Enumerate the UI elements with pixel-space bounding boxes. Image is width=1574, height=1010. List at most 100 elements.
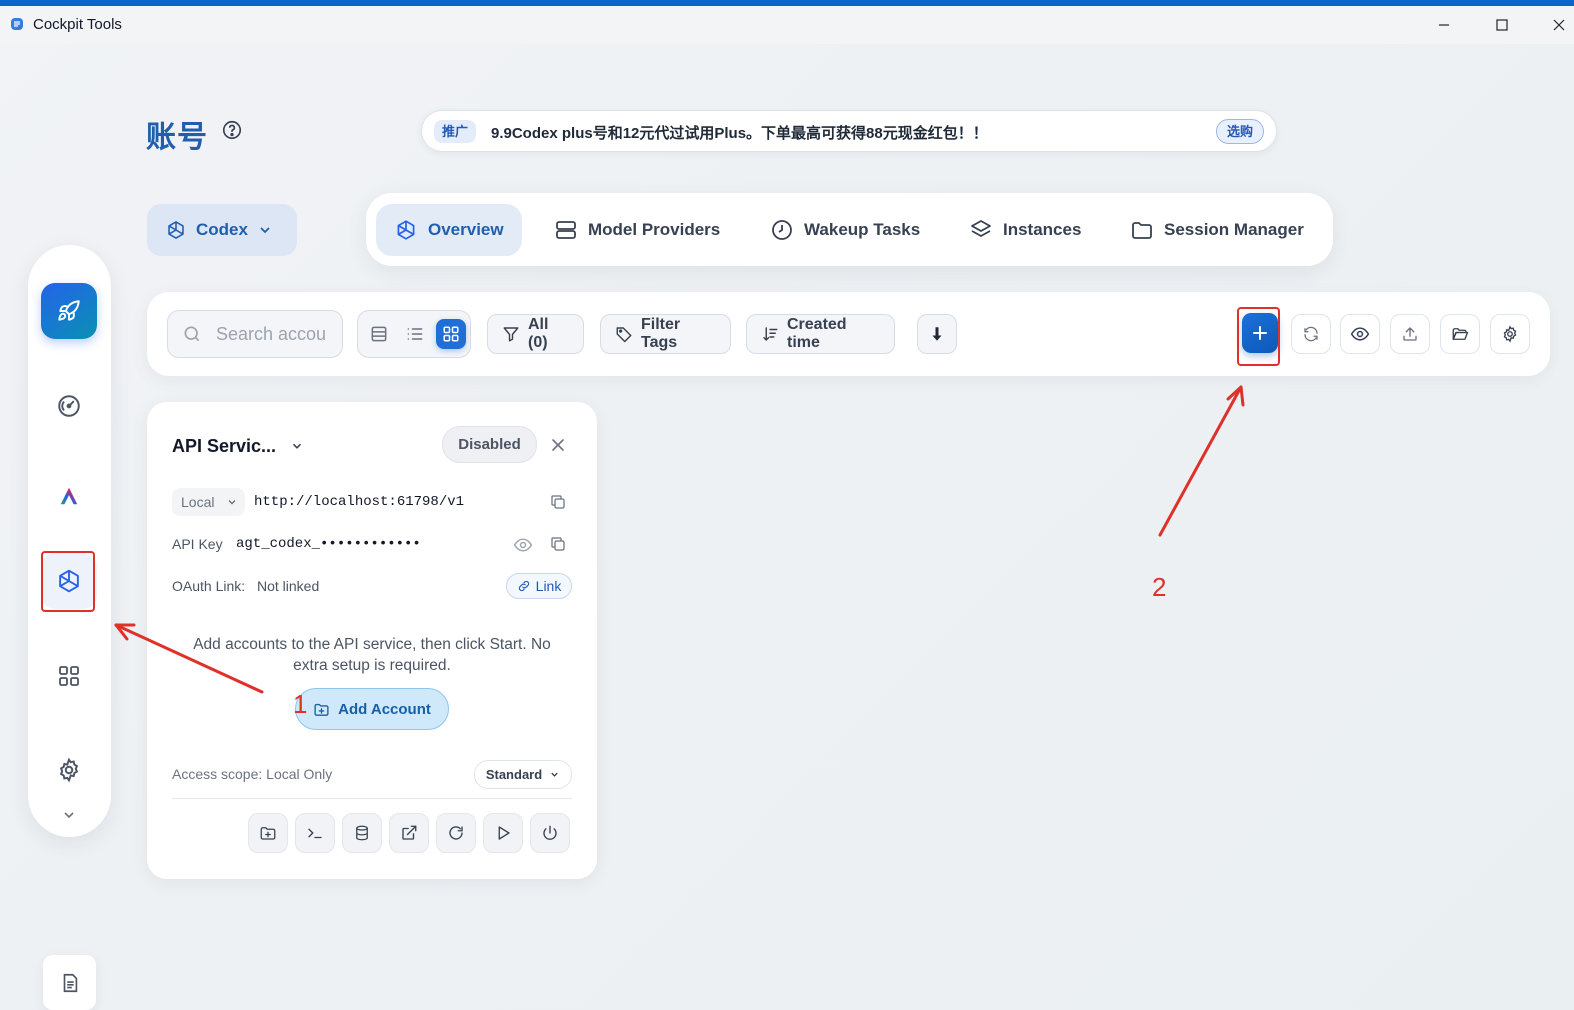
copy-icon[interactable] (549, 535, 567, 553)
search-box (167, 310, 343, 358)
rocket-icon (56, 298, 82, 324)
filter-tags-button[interactable]: Filter Tags (600, 314, 731, 354)
help-icon[interactable] (221, 119, 243, 141)
scope-select[interactable]: Standard (474, 760, 572, 789)
view-list-button[interactable] (400, 319, 430, 349)
sort-direction-button[interactable] (917, 314, 957, 354)
api-key-value: agt_codex_•••••••••••• (236, 536, 421, 552)
antigravity-logo-icon (58, 485, 80, 507)
refresh-button[interactable] (1291, 314, 1331, 354)
window-titlebar: Cockpit Tools (0, 6, 1574, 44)
view-grid-button[interactable] (436, 319, 466, 349)
tab-label: Wakeup Tasks (804, 220, 921, 239)
sidebar-item-antigravity[interactable] (41, 468, 97, 524)
search-input[interactable] (216, 323, 326, 345)
restart-button[interactable] (436, 813, 476, 853)
api-service-card: API Servic... Disabled Local http://loca… (147, 402, 597, 879)
sidebar-item-launch[interactable] (41, 283, 97, 339)
product-switcher-label: Codex (196, 220, 248, 239)
card-divider (172, 798, 572, 799)
endpoint-mode-select[interactable]: Local (172, 488, 245, 516)
scope-select-value: Standard (485, 767, 543, 782)
open-external-button[interactable] (389, 813, 429, 853)
power-button[interactable] (530, 813, 570, 853)
close-window-button[interactable] (1544, 10, 1574, 40)
sidebar-expand-button[interactable] (41, 801, 97, 829)
tab-instances[interactable]: Instances (951, 204, 1099, 256)
maximize-button[interactable] (1487, 10, 1517, 40)
promo-text: 9.9Codex plus号和12元代过试用Plus。下单最高可获得88元现金红… (491, 125, 988, 142)
promo-buy-button[interactable]: 选购 (1215, 119, 1264, 144)
terminal-icon (306, 824, 324, 842)
chevron-down-icon (226, 496, 238, 508)
openai-icon (394, 218, 418, 242)
sort-label: Created time (787, 316, 847, 351)
copy-icon[interactable] (549, 493, 567, 511)
refresh-icon (1302, 325, 1320, 343)
import-accounts-button[interactable] (248, 813, 288, 853)
tab-overview[interactable]: Overview (376, 204, 522, 256)
eye-icon[interactable] (513, 535, 533, 555)
tab-label: Instances (1003, 220, 1082, 239)
grid-icon (57, 664, 81, 688)
account-toolbar: All (0) Filter Tags Created time (147, 292, 1550, 376)
page-title: 账号 (146, 121, 208, 154)
rotate-icon (447, 824, 465, 842)
filter-all-button[interactable]: All (0) (487, 314, 584, 354)
view-compact-button[interactable] (364, 319, 394, 349)
gauge-icon (56, 393, 82, 419)
sidebar-item-dashboard[interactable] (41, 378, 97, 434)
sort-button[interactable]: Created time (746, 314, 895, 354)
card-title: API Servic... (172, 436, 277, 456)
status-badge[interactable]: Disabled (442, 426, 537, 463)
play-icon (494, 824, 512, 842)
external-link-icon (400, 824, 418, 842)
annotation-marker-2: 2 (1152, 572, 1167, 602)
tab-label: Model Providers (588, 220, 721, 239)
start-button[interactable] (483, 813, 523, 853)
annotation-arrow-2 (1158, 385, 1243, 537)
oauth-link-button[interactable]: Link (506, 573, 572, 599)
document-icon (59, 972, 81, 994)
product-switcher[interactable]: Codex (147, 204, 297, 256)
grid-icon (442, 325, 460, 343)
folder-plus-icon (259, 824, 277, 842)
endpoint-mode-label: Local (181, 494, 215, 510)
tab-session-manager[interactable]: Session Manager (1112, 204, 1322, 256)
annotation-highlight-codex (41, 551, 95, 612)
oauth-link-label: Link (535, 578, 562, 594)
database-button[interactable] (342, 813, 382, 853)
terminal-button[interactable] (295, 813, 335, 853)
export-button[interactable] (1390, 314, 1430, 354)
filter-all-label: All (0) (528, 316, 549, 351)
chevron-down-icon[interactable] (290, 439, 304, 453)
open-folder-button[interactable] (1440, 314, 1480, 354)
power-icon (541, 824, 559, 842)
chevron-down-icon (549, 769, 560, 780)
toggle-visibility-button[interactable] (1340, 314, 1380, 354)
annotation-marker-1: 1 (293, 689, 308, 719)
search-icon (182, 324, 202, 344)
api-key-label: API Key (172, 536, 223, 552)
add-account-button[interactable]: Add Account (295, 688, 449, 730)
list-icon (405, 324, 425, 344)
docs-button[interactable] (43, 955, 96, 1010)
sidebar-rail (28, 245, 111, 837)
toolbar-settings-button[interactable] (1490, 314, 1530, 354)
sidebar-item-apps[interactable] (41, 648, 97, 704)
tab-model-providers[interactable]: Model Providers (536, 204, 738, 256)
tab-label: Session Manager (1164, 220, 1304, 239)
window-title: Cockpit Tools (33, 16, 122, 33)
tab-wakeup-tasks[interactable]: Wakeup Tasks (752, 204, 938, 256)
sidebar-item-settings[interactable] (41, 742, 97, 798)
add-account-label: Add Account (338, 700, 431, 718)
eye-icon (1350, 324, 1370, 344)
view-mode-group (357, 310, 471, 358)
minimize-button[interactable] (1429, 10, 1459, 40)
layers-icon (969, 218, 993, 242)
clock-icon (770, 218, 794, 242)
close-icon[interactable] (548, 435, 568, 455)
server-icon (554, 218, 578, 242)
gear-icon (56, 757, 82, 783)
promo-tag: 推广 (434, 120, 477, 143)
